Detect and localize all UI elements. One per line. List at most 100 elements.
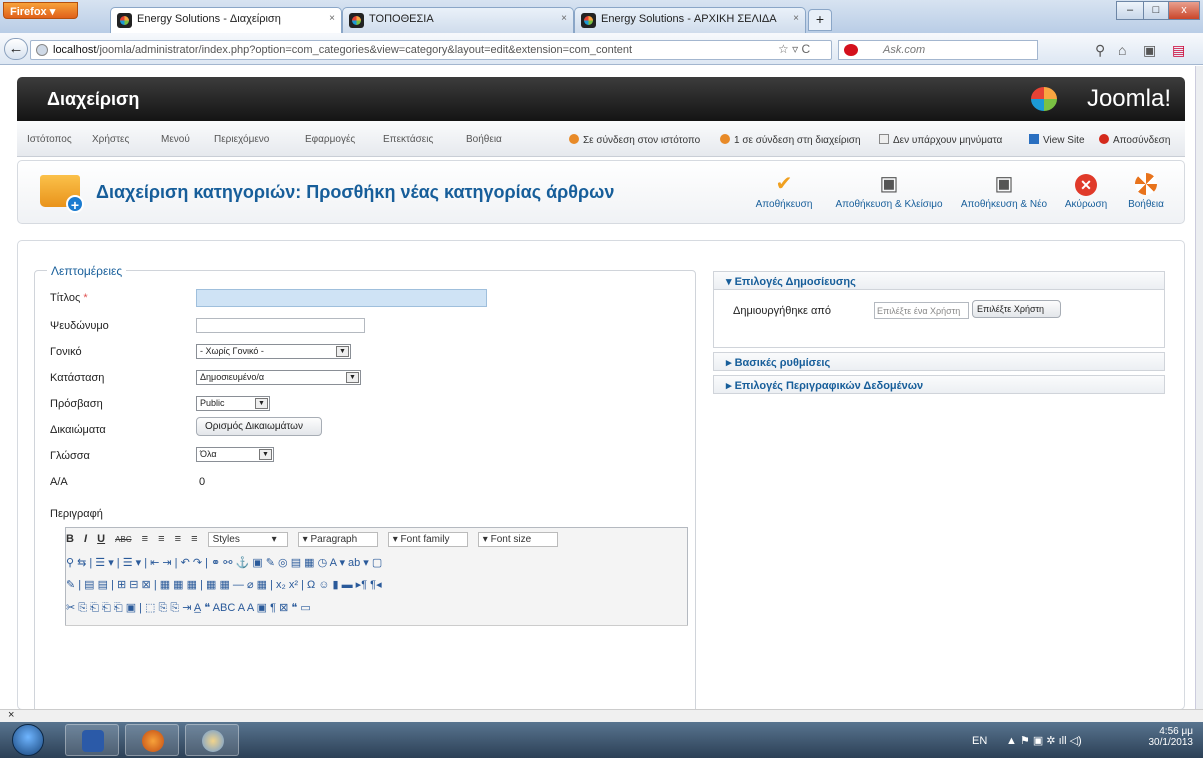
search-icon[interactable]: ⚲	[1095, 42, 1105, 59]
new-tab-button[interactable]: +	[808, 9, 832, 31]
firefox-menu-button[interactable]: Firefox ▾	[3, 2, 78, 19]
editor-toolbar-row4[interactable]: ✂ ⎘ ⎗ ⎗ ⎗ ▣ | ⬚ ⎘ ⎘ ⇥ A̲ ❝ ABC A A ▣ ¶ ⊠…	[66, 601, 311, 615]
view-site-link[interactable]: View Site	[1029, 134, 1085, 146]
metadata-options-header[interactable]: ▸ Επιλογές Περιγραφικών Δεδομένων	[713, 375, 1165, 394]
menu-item-help[interactable]: Βοήθεια	[466, 134, 502, 145]
addon-icon[interactable]: ▤	[1172, 42, 1185, 59]
id-value: 0	[199, 476, 206, 488]
status-admin-online: 1 σε σύνδεση στη διαχείριση	[720, 134, 861, 146]
status-messages: Δεν υπάρχουν μηνύματα	[879, 134, 1002, 146]
joomla-favicon-icon	[349, 13, 364, 28]
paint-icon	[202, 730, 224, 752]
close-window-button[interactable]: x	[1168, 1, 1200, 20]
font-size-dropdown[interactable]: ▾ Font size	[477, 532, 558, 547]
tab-close-icon[interactable]: ×	[561, 13, 567, 24]
editor-toolbar-row3[interactable]: ✎ | ▤ ▤ | ⊞ ⊟ ⊠ | ▦ ▦ ▦ | ▦ ▦ — ⌀ ▦ | x₂…	[66, 578, 382, 591]
created-by-field[interactable]: Επιλέξτε ένα Χρήστη	[874, 302, 969, 319]
home-icon[interactable]: ⌂	[1118, 42, 1126, 58]
cancel-button[interactable]: ✕ Ακύρωση	[1061, 173, 1111, 210]
tab-admin[interactable]: Energy Solutions - Διαχείριση ×	[110, 7, 342, 34]
disk-icon: ▣	[879, 173, 899, 195]
menu-item-site[interactable]: Ιστότοπος	[27, 134, 72, 145]
chevron-down-icon: ▼	[255, 398, 268, 409]
bookmark-star-icon[interactable]: ☆ ▿ C	[778, 42, 810, 56]
tab-close-icon[interactable]: ×	[329, 13, 335, 24]
basic-settings-header[interactable]: ▸ Βασικές ρυθμίσεις	[713, 352, 1165, 371]
taskbar-word[interactable]	[65, 724, 119, 756]
parent-select[interactable]: - Χωρίς Γονικό - ▼	[196, 344, 351, 359]
addon-bar: ×	[0, 709, 1203, 722]
users-icon	[720, 134, 730, 144]
font-family-dropdown[interactable]: ▾ Font family	[387, 532, 468, 547]
menu-item-content[interactable]: Περιεχόμενο	[214, 134, 269, 145]
created-by-label: Δημιουργήθηκε από	[733, 305, 832, 317]
access-label: Πρόσβαση	[50, 398, 103, 410]
underline-button[interactable]: U	[97, 533, 105, 545]
chevron-down-icon: ▼	[259, 449, 272, 460]
page-scrollbar[interactable]	[1195, 66, 1203, 709]
url-bar[interactable]: localhost/joomla/administrator/index.php…	[30, 40, 832, 60]
set-permissions-button[interactable]: Ορισμός Δικαιωμάτων	[196, 417, 322, 436]
start-button[interactable]	[12, 724, 44, 756]
permissions-label: Δικαιώματα	[50, 424, 106, 436]
status-site-online: Σε σύνδεση στον ιστότοπο	[569, 134, 700, 146]
tab-title: Energy Solutions - Διαχείριση	[137, 13, 281, 25]
checkmark-icon: ✔	[775, 173, 793, 195]
italic-button[interactable]: I	[84, 533, 87, 545]
taskbar-firefox[interactable]	[125, 724, 179, 756]
editor-toolbar-row2[interactable]: ⚲ ⇆ | ☰ ▾ | ☰ ▾ | ⇤ ⇥ | ↶ ↷ | ⚭ ⚯ ⚓ ▣ ✎ …	[66, 556, 382, 569]
back-arrow-icon[interactable]: ←	[4, 38, 28, 60]
chevron-down-icon: ▼	[346, 372, 359, 383]
select-user-button[interactable]: Επιλέξτε Χρήστη	[972, 300, 1061, 318]
tab-title: Energy Solutions - ΑΡΧΙΚΗ ΣΕΛΙΔΑ	[601, 13, 777, 25]
logout-link[interactable]: Αποσύνδεση	[1099, 134, 1170, 146]
close-icon[interactable]: ×	[8, 709, 14, 721]
minimize-button[interactable]: –	[1116, 1, 1144, 20]
tray-icons[interactable]: ▲ ⚑ ▣ ✲ ıll ◁)	[1006, 734, 1082, 747]
editor-content-area[interactable]	[65, 625, 688, 710]
save-close-button[interactable]: ▣ Αποθήκευση & Κλείσιμο	[830, 173, 948, 210]
align-justify-button[interactable]: ≡	[191, 533, 197, 545]
access-select[interactable]: Public ▼	[196, 396, 270, 411]
tray-language[interactable]: EN	[972, 735, 987, 747]
maximize-button[interactable]: □	[1143, 1, 1169, 20]
bold-button[interactable]: B	[66, 533, 74, 545]
menu-item-menus[interactable]: Μενού	[161, 134, 190, 145]
help-button[interactable]: Βοήθεια	[1121, 173, 1171, 210]
alias-field[interactable]	[196, 318, 365, 333]
bookmarks-icon[interactable]: ▣	[1143, 42, 1156, 59]
browser-tab-bar: Firefox ▾ Energy Solutions - Διαχείριση …	[0, 0, 1203, 34]
chevron-down-icon: ▾	[271, 534, 277, 545]
save-button[interactable]: ✔ Αποθήκευση	[753, 173, 815, 210]
strikethrough-button[interactable]: ABC	[115, 535, 131, 544]
paragraph-dropdown[interactable]: ▾ Paragraph	[297, 532, 378, 547]
tab-home[interactable]: Energy Solutions - ΑΡΧΙΚΗ ΣΕΛΙΔΑ ×	[574, 7, 806, 33]
title-field[interactable]	[196, 289, 487, 307]
joomla-logo: Joomla!	[1086, 85, 1171, 112]
styles-dropdown[interactable]: Styles ▾	[207, 532, 288, 547]
language-select[interactable]: Όλα ▼	[196, 447, 274, 462]
admin-title: Διαχείριση	[47, 89, 140, 109]
search-input[interactable]: Ask.com	[838, 40, 1038, 60]
joomla-favicon-icon	[581, 13, 596, 28]
align-center-button[interactable]: ≡	[158, 533, 164, 545]
menu-item-components[interactable]: Εφαρμογές	[305, 134, 355, 145]
align-left-button[interactable]: ≡	[142, 533, 148, 545]
joomla-logo-icon	[1031, 87, 1057, 111]
menu-item-extensions[interactable]: Επεκτάσεις	[383, 134, 433, 145]
taskbar-paint[interactable]	[185, 724, 239, 756]
state-select[interactable]: Δημοσιευμένο/α ▼	[196, 370, 361, 385]
menu-item-users[interactable]: Χρήστες	[92, 134, 129, 145]
publishing-options-header[interactable]: ▾ Επιλογές Δημοσίευσης	[713, 271, 1165, 290]
monitor-icon	[1029, 134, 1039, 144]
save-new-button[interactable]: ▣ Αποθήκευση & Νέο	[958, 173, 1050, 210]
tray-clock[interactable]: 4:56 μμ 30/1/2013	[1149, 726, 1194, 748]
windows-taskbar: EN ▲ ⚑ ▣ ✲ ıll ◁) 4:56 μμ 30/1/2013	[0, 722, 1203, 758]
tab-location[interactable]: ΤΟΠΟΘΕΣΙΑ ×	[342, 7, 574, 33]
message-icon	[879, 134, 889, 144]
ask-logo-icon	[844, 44, 858, 56]
add-icon: +	[66, 195, 84, 213]
tab-close-icon[interactable]: ×	[793, 13, 799, 24]
language-label: Γλώσσα	[50, 450, 90, 462]
align-right-button[interactable]: ≡	[175, 533, 181, 545]
